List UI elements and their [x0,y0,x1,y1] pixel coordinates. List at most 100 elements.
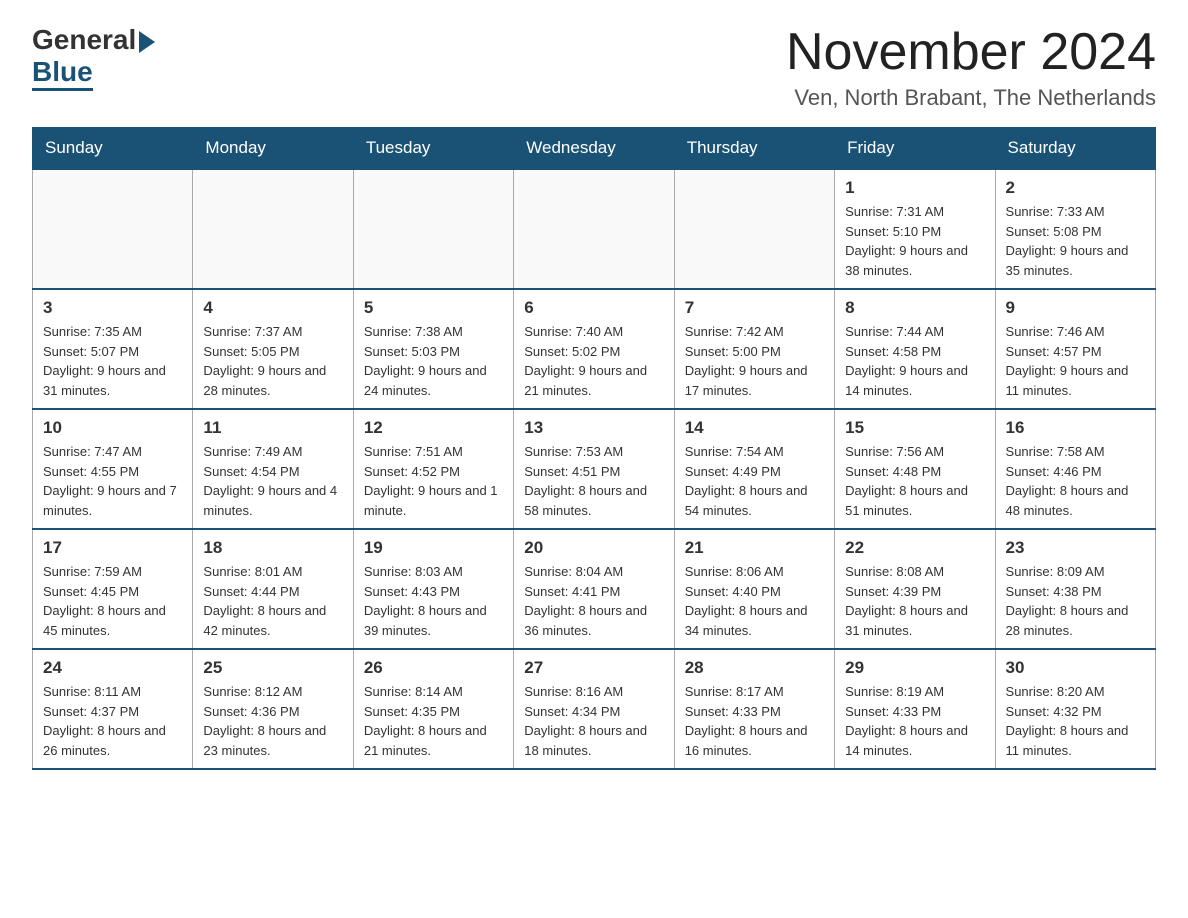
calendar-cell: 29 Sunrise: 8:19 AM Sunset: 4:33 PM Dayli… [835,649,995,769]
day-number: 26 [364,658,503,678]
day-detail: Sunrise: 7:38 AM Sunset: 5:03 PM Dayligh… [364,322,503,400]
calendar-cell [33,169,193,289]
day-detail: Sunrise: 7:37 AM Sunset: 5:05 PM Dayligh… [203,322,342,400]
day-detail: Sunrise: 7:47 AM Sunset: 4:55 PM Dayligh… [43,442,182,520]
calendar-cell: 7Sunrise: 7:42 AM Sunset: 5:00 PM Daylig… [674,289,834,409]
calendar-cell [353,169,513,289]
logo-blue-text: Blue [32,56,93,91]
location-subtitle: Ven, North Brabant, The Netherlands [786,85,1156,111]
day-detail: Sunrise: 8:17 AM Sunset: 4:33 PM Dayligh… [685,682,824,760]
calendar-cell: 19 Sunrise: 8:03 AM Sunset: 4:43 PM Dayli… [353,529,513,649]
calendar-cell: 27 Sunrise: 8:16 AM Sunset: 4:34 PM Dayli… [514,649,674,769]
day-detail: Sunrise: 7:59 AM Sunset: 4:45 PM Dayligh… [43,562,182,640]
calendar-week-row: 1 Sunrise: 7:31 AM Sunset: 5:10 PM Daylig… [33,169,1156,289]
calendar-cell: 5 Sunrise: 7:38 AM Sunset: 5:03 PM Daylig… [353,289,513,409]
calendar-header-row: SundayMondayTuesdayWednesdayThursdayFrid… [33,128,1156,170]
calendar-week-row: 17 Sunrise: 7:59 AM Sunset: 4:45 PM Dayli… [33,529,1156,649]
day-number: 8 [845,298,984,318]
day-number: 20 [524,538,663,558]
day-number: 18 [203,538,342,558]
day-number: 29 [845,658,984,678]
calendar-cell: 17 Sunrise: 7:59 AM Sunset: 4:45 PM Dayli… [33,529,193,649]
calendar-cell: 12 Sunrise: 7:51 AM Sunset: 4:52 PM Dayli… [353,409,513,529]
day-number: 1 [845,178,984,198]
calendar-cell [193,169,353,289]
calendar-cell: 26 Sunrise: 8:14 AM Sunset: 4:35 PM Dayli… [353,649,513,769]
day-detail: Sunrise: 7:40 AM Sunset: 5:02 PM Dayligh… [524,322,663,400]
day-number: 22 [845,538,984,558]
calendar-cell: 30 Sunrise: 8:20 AM Sunset: 4:32 PM Dayli… [995,649,1155,769]
calendar-cell: 22 Sunrise: 8:08 AM Sunset: 4:39 PM Dayli… [835,529,995,649]
calendar-cell: 23Sunrise: 8:09 AM Sunset: 4:38 PM Dayli… [995,529,1155,649]
day-detail: Sunrise: 7:58 AM Sunset: 4:46 PM Dayligh… [1006,442,1145,520]
calendar-cell: 24Sunrise: 8:11 AM Sunset: 4:37 PM Dayli… [33,649,193,769]
day-number: 2 [1006,178,1145,198]
day-number: 28 [685,658,824,678]
day-of-week-header: Friday [835,128,995,170]
day-of-week-header: Monday [193,128,353,170]
day-detail: Sunrise: 7:54 AM Sunset: 4:49 PM Dayligh… [685,442,824,520]
day-detail: Sunrise: 8:03 AM Sunset: 4:43 PM Dayligh… [364,562,503,640]
calendar-cell: 15 Sunrise: 7:56 AM Sunset: 4:48 PM Dayli… [835,409,995,529]
day-of-week-header: Wednesday [514,128,674,170]
day-detail: Sunrise: 7:46 AM Sunset: 4:57 PM Dayligh… [1006,322,1145,400]
calendar-cell: 11Sunrise: 7:49 AM Sunset: 4:54 PM Dayli… [193,409,353,529]
day-detail: Sunrise: 8:06 AM Sunset: 4:40 PM Dayligh… [685,562,824,640]
day-of-week-header: Saturday [995,128,1155,170]
day-of-week-header: Tuesday [353,128,513,170]
calendar-week-row: 24Sunrise: 8:11 AM Sunset: 4:37 PM Dayli… [33,649,1156,769]
day-number: 15 [845,418,984,438]
day-number: 27 [524,658,663,678]
day-detail: Sunrise: 7:56 AM Sunset: 4:48 PM Dayligh… [845,442,984,520]
calendar-cell: 3Sunrise: 7:35 AM Sunset: 5:07 PM Daylig… [33,289,193,409]
day-detail: Sunrise: 7:44 AM Sunset: 4:58 PM Dayligh… [845,322,984,400]
day-number: 14 [685,418,824,438]
day-number: 23 [1006,538,1145,558]
day-detail: Sunrise: 8:04 AM Sunset: 4:41 PM Dayligh… [524,562,663,640]
day-number: 5 [364,298,503,318]
calendar-cell: 16 Sunrise: 7:58 AM Sunset: 4:46 PM Dayli… [995,409,1155,529]
day-number: 30 [1006,658,1145,678]
day-number: 21 [685,538,824,558]
calendar-cell: 8 Sunrise: 7:44 AM Sunset: 4:58 PM Daylig… [835,289,995,409]
day-detail: Sunrise: 7:51 AM Sunset: 4:52 PM Dayligh… [364,442,503,520]
day-detail: Sunrise: 8:16 AM Sunset: 4:34 PM Dayligh… [524,682,663,760]
page-header: General Blue November 2024 Ven, North Br… [32,24,1156,111]
day-number: 6 [524,298,663,318]
day-detail: Sunrise: 7:33 AM Sunset: 5:08 PM Dayligh… [1006,202,1145,280]
calendar-cell: 25 Sunrise: 8:12 AM Sunset: 4:36 PM Dayli… [193,649,353,769]
day-number: 7 [685,298,824,318]
day-number: 9 [1006,298,1145,318]
day-number: 17 [43,538,182,558]
day-number: 25 [203,658,342,678]
calendar-cell: 21 Sunrise: 8:06 AM Sunset: 4:40 PM Dayli… [674,529,834,649]
logo: General Blue [32,24,155,88]
day-detail: Sunrise: 8:11 AM Sunset: 4:37 PM Dayligh… [43,682,182,760]
day-detail: Sunrise: 7:53 AM Sunset: 4:51 PM Dayligh… [524,442,663,520]
calendar-week-row: 3Sunrise: 7:35 AM Sunset: 5:07 PM Daylig… [33,289,1156,409]
day-of-week-header: Thursday [674,128,834,170]
calendar-cell: 6 Sunrise: 7:40 AM Sunset: 5:02 PM Daylig… [514,289,674,409]
day-number: 16 [1006,418,1145,438]
title-area: November 2024 Ven, North Brabant, The Ne… [786,24,1156,111]
calendar-cell: 28 Sunrise: 8:17 AM Sunset: 4:33 PM Dayli… [674,649,834,769]
day-number: 11 [203,418,342,438]
logo-arrow-icon [139,31,155,53]
day-detail: Sunrise: 8:14 AM Sunset: 4:35 PM Dayligh… [364,682,503,760]
calendar-cell: 20 Sunrise: 8:04 AM Sunset: 4:41 PM Dayli… [514,529,674,649]
day-number: 12 [364,418,503,438]
day-detail: Sunrise: 8:08 AM Sunset: 4:39 PM Dayligh… [845,562,984,640]
day-number: 10 [43,418,182,438]
day-detail: Sunrise: 8:20 AM Sunset: 4:32 PM Dayligh… [1006,682,1145,760]
day-of-week-header: Sunday [33,128,193,170]
day-detail: Sunrise: 8:12 AM Sunset: 4:36 PM Dayligh… [203,682,342,760]
logo-general-text: General [32,24,136,56]
calendar-cell: 13Sunrise: 7:53 AM Sunset: 4:51 PM Dayli… [514,409,674,529]
day-detail: Sunrise: 7:31 AM Sunset: 5:10 PM Dayligh… [845,202,984,280]
day-detail: Sunrise: 7:35 AM Sunset: 5:07 PM Dayligh… [43,322,182,400]
day-number: 19 [364,538,503,558]
calendar-cell [674,169,834,289]
day-detail: Sunrise: 8:01 AM Sunset: 4:44 PM Dayligh… [203,562,342,640]
calendar-cell [514,169,674,289]
day-detail: Sunrise: 8:19 AM Sunset: 4:33 PM Dayligh… [845,682,984,760]
